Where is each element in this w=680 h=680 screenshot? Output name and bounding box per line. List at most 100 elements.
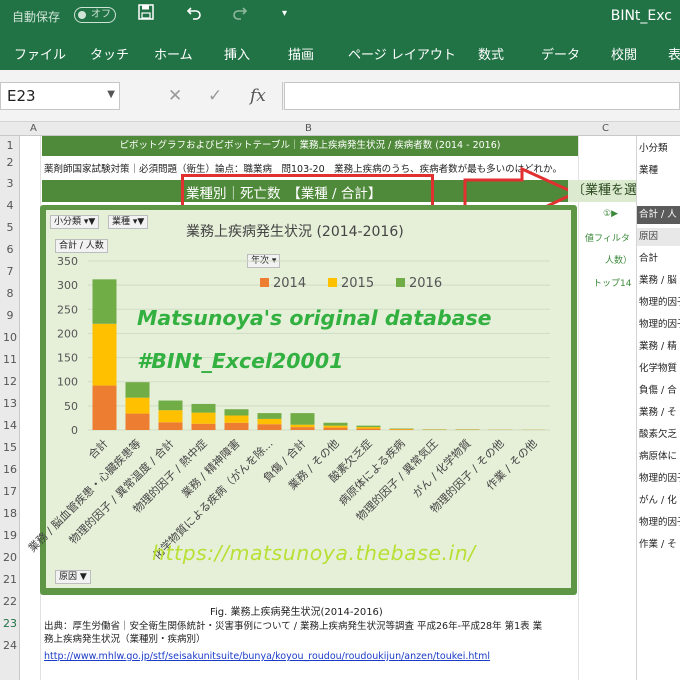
column-header: A B C [0,122,680,136]
row-number[interactable]: 1 [0,139,20,152]
row-number[interactable]: 5 [0,221,20,234]
pivot-table-cell[interactable]: 小分類 [639,140,668,154]
column-b[interactable]: B [305,123,312,134]
pivot-table-cell[interactable]: 業務 / 脳 [639,272,677,286]
row-number[interactable]: 12 [0,375,20,388]
filter-button-category[interactable]: 小分類 ▾▼ [50,215,100,229]
pivot-chart-area[interactable] [46,210,571,588]
tab-home[interactable]: ホーム [154,44,193,63]
watermark-url: https://matsunoya.thebase.in/ [152,541,476,565]
column-a[interactable]: A [30,123,37,134]
row-number[interactable]: 6 [0,243,20,256]
pivot-table-cell[interactable]: 物理的因子 [639,514,680,528]
legend-field-button-label: 年次 [251,256,270,266]
name-box-value: E23 [7,87,36,105]
filter-button-industry-label: 業種 [112,217,131,227]
tab-view[interactable]: 表 [668,44,680,63]
name-box[interactable]: E23 ▼ [0,82,120,110]
pivot-table-cell[interactable]: 業務 / 精 [639,338,677,352]
row-number[interactable]: 9 [0,309,20,322]
tab-data[interactable]: データ [541,44,580,63]
tab-formulas[interactable]: 数式 [478,44,504,63]
redo-icon[interactable] [232,4,248,24]
tab-touch[interactable]: タッチ [90,44,129,63]
ribbon-tabs: ファイル タッチ ホーム 挿入 描画 ページ レイアウト 数式 データ 校閲 表 [0,36,680,70]
row-number[interactable]: 21 [0,573,20,586]
autosave-label: 自動保存 [12,10,61,24]
pivot-table-cell[interactable]: 合計 [639,250,658,264]
column-c[interactable]: C [602,123,609,134]
row-number[interactable]: 13 [0,397,20,410]
undo-icon[interactable] [186,4,202,24]
filter-dropdown-icon: ▾▼ [83,217,96,227]
value-filter-label: 値フィルタ [585,234,630,244]
row-indicator: ①▶ [603,209,618,219]
pivot-table-cell[interactable]: 酸素欠乏 [639,426,677,440]
cancel-icon[interactable]: ✕ [168,86,182,106]
axis-field-button-label: 原因 [59,572,78,582]
tab-page-layout[interactable]: ページ レイアウト [348,44,456,63]
row-number[interactable]: 2 [0,156,20,169]
axis-field-button[interactable]: 原因 ▼ [55,570,91,584]
filter-dropdown-icon: ▼ [79,572,87,582]
row-header: 1 2 3 4 5 6 7 8 9 10 11 12 13 14 15 16 17 18 19 20 21 22 23 24 [0,136,20,680]
tab-file[interactable]: ファイル [14,44,66,63]
title-bar: 自動保存 オフ ▾ BINt_Exc [0,0,680,36]
source-line-1: 出典：厚生労働省｜安全衛生関係統計・災害事例について / 業務上疾病発生状況等調… [44,621,543,632]
row-number[interactable]: 22 [0,595,20,608]
window-title: BINt_Exc [610,8,672,24]
dropdown-caret-icon[interactable]: ▾ [282,8,287,19]
watermark-database: Matsunoya's original database [137,306,492,330]
row-number[interactable]: 3 [0,177,20,190]
pivot-table-cell[interactable]: 物理的因子 [639,316,680,330]
enter-icon[interactable]: ✓ [208,86,222,106]
row-number[interactable]: 16 [0,463,20,476]
floppy-disk-icon[interactable] [138,4,154,24]
pivot-table-cell[interactable]: 物理的因子 [639,470,680,484]
pivot-table-cell[interactable]: 作業 / そ [639,536,677,550]
autosave-toggle[interactable]: オフ [74,7,116,23]
filter-button-industry[interactable]: 業種 ▾▼ [108,215,149,229]
pivot-table-cell[interactable]: 化学物質 [639,360,677,374]
row-number[interactable]: 19 [0,529,20,542]
figure-caption[interactable]: Fig. 業務上疾病発生状況(2014-2016) [210,603,383,618]
pivot-table-cell[interactable]: 業務 / そ [639,404,677,418]
formula-divider [282,82,283,110]
pivot-table-cell[interactable]: 合計 / 人 [637,206,680,224]
fx-icon[interactable]: fx [250,86,266,106]
row-number[interactable]: 24 [0,639,20,652]
formula-input[interactable] [284,82,680,110]
tab-review[interactable]: 校閲 [611,44,637,63]
sheet-banner-title[interactable]: ピボットグラフおよびピボットテーブル｜業務上疾病発生状況 / 疾病者数 (201… [42,136,578,156]
pivot-table-cell[interactable]: 負傷 / 合 [639,382,677,396]
row-number[interactable]: 10 [0,331,20,344]
pivot-table-cell[interactable]: 原因 [637,228,680,246]
watermark-id: #BINt_Excel20001 [137,349,344,373]
source-text[interactable]: 出典：厚生労働省｜安全衛生関係統計・災害事例について / 業務上疾病発生状況等調… [44,620,634,646]
row-number[interactable]: 4 [0,199,20,212]
value-field-button[interactable]: 合計 / 人数 [55,239,108,253]
row-number[interactable]: 18 [0,507,20,520]
pivot-table-cell[interactable]: 業種 [639,162,658,176]
pivot-table-cell[interactable]: 病原体に [639,448,677,462]
row-number[interactable]: 14 [0,419,20,432]
legend-field-button[interactable]: 年次 ▾ [247,254,281,268]
row-number[interactable]: 20 [0,551,20,564]
pivot-table-panel: 小分類業種合計 / 人原因合計業務 / 脳物理的因子物理的因子業務 / 精化学物… [636,136,680,680]
tab-insert[interactable]: 挿入 [224,44,250,63]
chevron-down-icon: ▾ [271,256,277,266]
pivot-table-cell[interactable]: がん / 化 [639,492,677,506]
pivot-table-cell[interactable]: 物理的因子 [639,294,680,308]
tab-draw[interactable]: 描画 [288,44,314,63]
row-number[interactable]: 15 [0,441,20,454]
filter-dropdown-icon: ▾▼ [132,217,145,227]
row-number[interactable]: 11 [0,353,20,366]
row-number[interactable]: 23 [0,617,20,630]
chart-title: 業務上疾病発生状況 (2014-2016) [186,224,404,240]
row-number[interactable]: 7 [0,265,20,278]
chevron-down-icon[interactable]: ▼ [107,89,115,100]
row-number[interactable]: 17 [0,485,20,498]
source-link[interactable]: http://www.mhlw.go.jp/stf/seisakunitsuit… [44,651,490,662]
row-number[interactable]: 8 [0,287,20,300]
formula-bar-area: E23 ▼ ✕ ✓ fx [0,70,680,122]
